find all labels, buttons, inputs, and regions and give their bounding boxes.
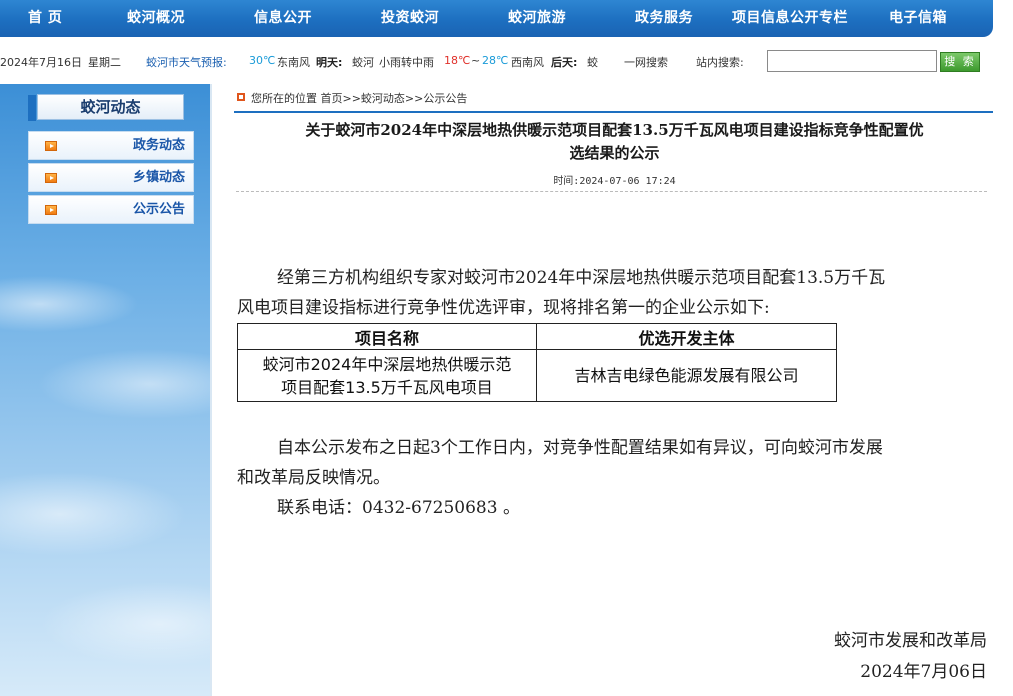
sidebar: 蛟河动态 政务动态 乡镇动态 公示公告 [0, 84, 212, 696]
table-cell-project: 蛟河市2024年中深层地热供暖示范 项目配套13.5万千瓦风电项目 [237, 349, 537, 402]
current-date: 2024年7月16日 [0, 56, 82, 69]
tomorrow-high-temp: 28℃ [482, 54, 509, 67]
sidebar-item-town-news[interactable]: 乡镇动态 [28, 163, 194, 192]
paragraph-line: 经第三方机构组织专家对蛟河市2024年中深层地热供暖示范项目配套13.5万千瓦 [277, 268, 886, 288]
nav-item-info-disclosure[interactable]: 信息公开 [254, 0, 312, 37]
today-wind: 东南风 [277, 56, 310, 69]
tomorrow-low-temp: 18℃ [444, 54, 471, 67]
article-title-line: 选结果的公示 [569, 144, 660, 162]
today-temperature: 30℃ [249, 54, 276, 67]
nav-item-project-info[interactable]: 项目信息公开专栏 [732, 0, 848, 37]
site-search-label: 站内搜索: [696, 56, 744, 69]
article-paragraph-objection: 自本公示发布之日起3个工作日内，对竞争性配置结果如有异议，可向蛟河市发展 和改革… [237, 433, 989, 523]
sidebar-item-label: 政务动态 [132, 138, 185, 153]
arrow-bullet-icon [45, 205, 57, 215]
breadcrumb-text[interactable]: 您所在的位置 首页>>蛟河动态>>公示公告 [251, 90, 467, 106]
site-search-input[interactable] [767, 50, 937, 72]
nav-item-gov-services[interactable]: 政务服务 [635, 0, 693, 37]
article-time: 时间:2024-07-06 17:24 [553, 176, 676, 187]
article-paragraph-intro: 经第三方机构组织专家对蛟河市2024年中深层地热供暖示范项目配套13.5万千瓦 … [237, 263, 989, 323]
table-header-project: 项目名称 [237, 323, 537, 350]
result-table: 项目名称 优选开发主体 蛟河市2024年中深层地热供暖示范 项目配套13.5万千… [237, 323, 837, 402]
nav-item-email[interactable]: 电子信箱 [889, 0, 947, 37]
sidebar-item-label: 乡镇动态 [132, 170, 185, 185]
arrow-bullet-icon [45, 173, 57, 183]
day-after-place: 蛟 [587, 56, 598, 69]
location-icon [237, 93, 245, 101]
dashed-divider [236, 191, 987, 192]
paragraph-line: 和改革局反映情况。 [237, 468, 390, 488]
sidebar-item-gov-news[interactable]: 政务动态 [28, 131, 194, 160]
sidebar-title: 蛟河动态 [28, 94, 184, 121]
cell-line: 蛟河市2024年中深层地热供暖示范 [262, 354, 512, 374]
one-net-search-link[interactable]: 一网搜索 [624, 54, 668, 70]
tomorrow-label: 明天: [316, 56, 343, 69]
breadcrumb-divider [234, 111, 993, 113]
search-button[interactable]: 搜 索 [940, 52, 980, 72]
paragraph-line: 风电项目建设指标进行竞争性优选评审，现将排名第一的企业公示如下: [237, 298, 770, 318]
nav-item-overview[interactable]: 蛟河概况 [127, 0, 185, 37]
arrow-bullet-icon [45, 141, 57, 151]
weather-label: 蛟河市天气预报: [146, 56, 227, 69]
paragraph-line: 自本公示发布之日起3个工作日内，对竞争性配置结果如有异议，可向蛟河市发展 [277, 438, 883, 458]
signature-org: 蛟河市发展和改革局 [834, 631, 987, 651]
tomorrow-weather: 小雨转中雨 [379, 56, 434, 69]
nav-item-investment[interactable]: 投资蛟河 [381, 0, 439, 37]
article-title: 关于蛟河市2024年中深层地热供暖示范项目配套13.5万千瓦风电项目建设指标竞争… [242, 119, 987, 165]
contact-phone: 联系电话：0432-67250683 。 [277, 498, 520, 518]
tomorrow-place: 蛟河 [352, 56, 374, 69]
table-header-developer: 优选开发主体 [536, 323, 837, 350]
article-title-line: 关于蛟河市2024年中深层地热供暖示范项目配套13.5万千瓦风电项目建设指标竞争… [305, 121, 924, 139]
temp-separator: ~ [471, 54, 481, 67]
sidebar-item-announcements[interactable]: 公示公告 [28, 195, 194, 224]
sidebar-item-label: 公示公告 [132, 202, 185, 217]
current-weekday: 星期二 [88, 56, 121, 69]
table-row: 蛟河市2024年中深层地热供暖示范 项目配套13.5万千瓦风电项目 吉林吉电绿色… [237, 349, 837, 402]
top-navigation-bar: 首 页 蛟河概况 信息公开 投资蛟河 蛟河旅游 政务服务 项目信息公开专栏 电子… [0, 0, 993, 37]
info-bar: 2024年7月16日 星期二 蛟河市天气预报: 30℃ 东南风 明天: 蛟河 小… [0, 46, 1013, 76]
table-header-row: 项目名称 优选开发主体 [237, 323, 837, 350]
signature-date: 2024年7月06日 [860, 662, 987, 682]
tomorrow-wind: 西南风 [511, 56, 544, 69]
nav-item-home[interactable]: 首 页 [28, 0, 62, 37]
nav-item-tourism[interactable]: 蛟河旅游 [508, 0, 566, 37]
cell-line: 项目配套13.5万千瓦风电项目 [281, 377, 493, 397]
table-cell-company: 吉林吉电绿色能源发展有限公司 [536, 349, 837, 402]
day-after-label: 后天: [551, 56, 578, 69]
